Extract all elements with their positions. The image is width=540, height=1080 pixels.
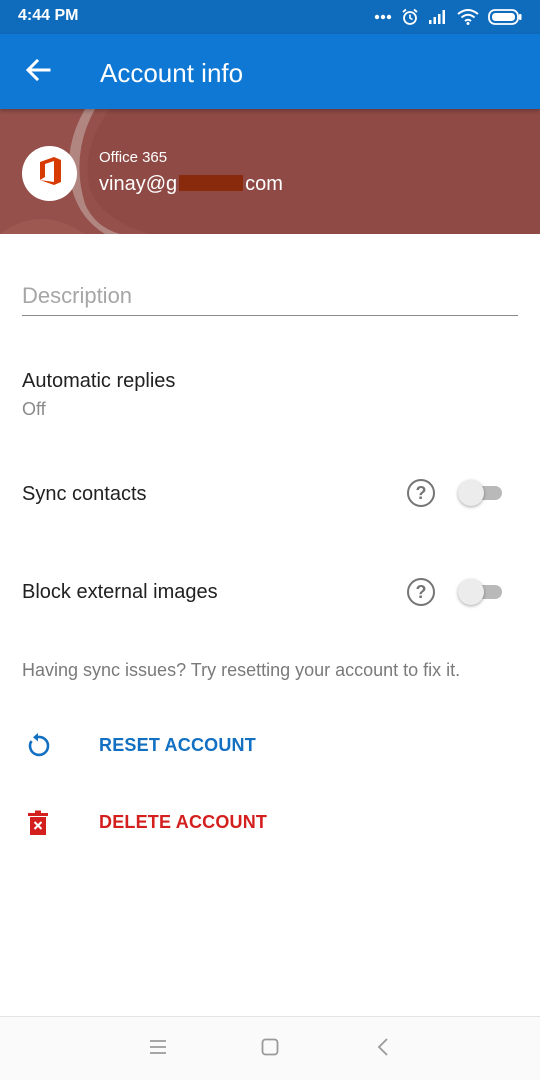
redaction-bar: [179, 175, 244, 191]
sync-contacts-toggle[interactable]: [458, 480, 502, 506]
account-email: vinay@g com: [99, 173, 283, 196]
home-square-icon: [261, 1038, 279, 1061]
account-email-suffix: com: [245, 173, 283, 195]
delete-account-label: DELETE ACCOUNT: [99, 812, 268, 832]
account-type: Office 365: [99, 149, 168, 166]
wifi-icon: [457, 9, 479, 25]
automatic-replies-row[interactable]: Automatic replies Off: [0, 358, 540, 430]
toggle-thumb: [458, 480, 484, 506]
description-input[interactable]: [22, 278, 518, 314]
more-dots-icon: [374, 14, 392, 20]
block-external-images-toggle[interactable]: [458, 579, 502, 605]
page-title: Account info: [100, 58, 244, 88]
automatic-replies-title: Automatic replies: [22, 370, 176, 392]
office-logo: [22, 146, 77, 201]
delete-account-button[interactable]: DELETE ACCOUNT: [0, 795, 540, 851]
reset-icon: [24, 732, 52, 760]
arrow-back-icon: [25, 58, 51, 86]
battery-icon: [488, 9, 522, 25]
description-field: [22, 278, 518, 316]
sync-contacts-label: Sync contacts: [22, 483, 147, 505]
office-logo-icon: [37, 156, 63, 191]
sync-issues-hint: Having sync issues? Try resetting your a…: [22, 660, 461, 680]
account-email-prefix: vinay@g: [99, 173, 178, 195]
reset-account-button[interactable]: RESET ACCOUNT: [0, 718, 540, 774]
sync-contacts-help-icon[interactable]: ?: [407, 479, 435, 507]
back-chevron-icon: [376, 1037, 390, 1062]
nav-back-button[interactable]: [371, 1037, 395, 1061]
signal-icon: [428, 9, 448, 25]
automatic-replies-value: Off: [22, 399, 46, 419]
status-icons: [374, 6, 522, 28]
menu-button[interactable]: [146, 1037, 170, 1061]
back-button[interactable]: [18, 54, 58, 90]
trash-icon: [24, 809, 52, 837]
system-nav-bar: [0, 1016, 540, 1080]
alarm-icon: [401, 8, 419, 26]
home-button[interactable]: [258, 1037, 282, 1061]
toggle-thumb: [458, 579, 484, 605]
app-bar: Account info: [0, 34, 540, 109]
status-bar: 4:44 PM: [0, 0, 540, 34]
header-background-decoration: [0, 109, 150, 234]
status-time: 4:44 PM: [18, 7, 79, 24]
account-header: Office 365 vinay@g com: [0, 109, 540, 234]
block-images-help-icon[interactable]: ?: [407, 578, 435, 606]
block-external-images-label: Block external images: [22, 581, 218, 603]
reset-account-label: RESET ACCOUNT: [99, 735, 256, 755]
menu-icon: [149, 1039, 167, 1060]
